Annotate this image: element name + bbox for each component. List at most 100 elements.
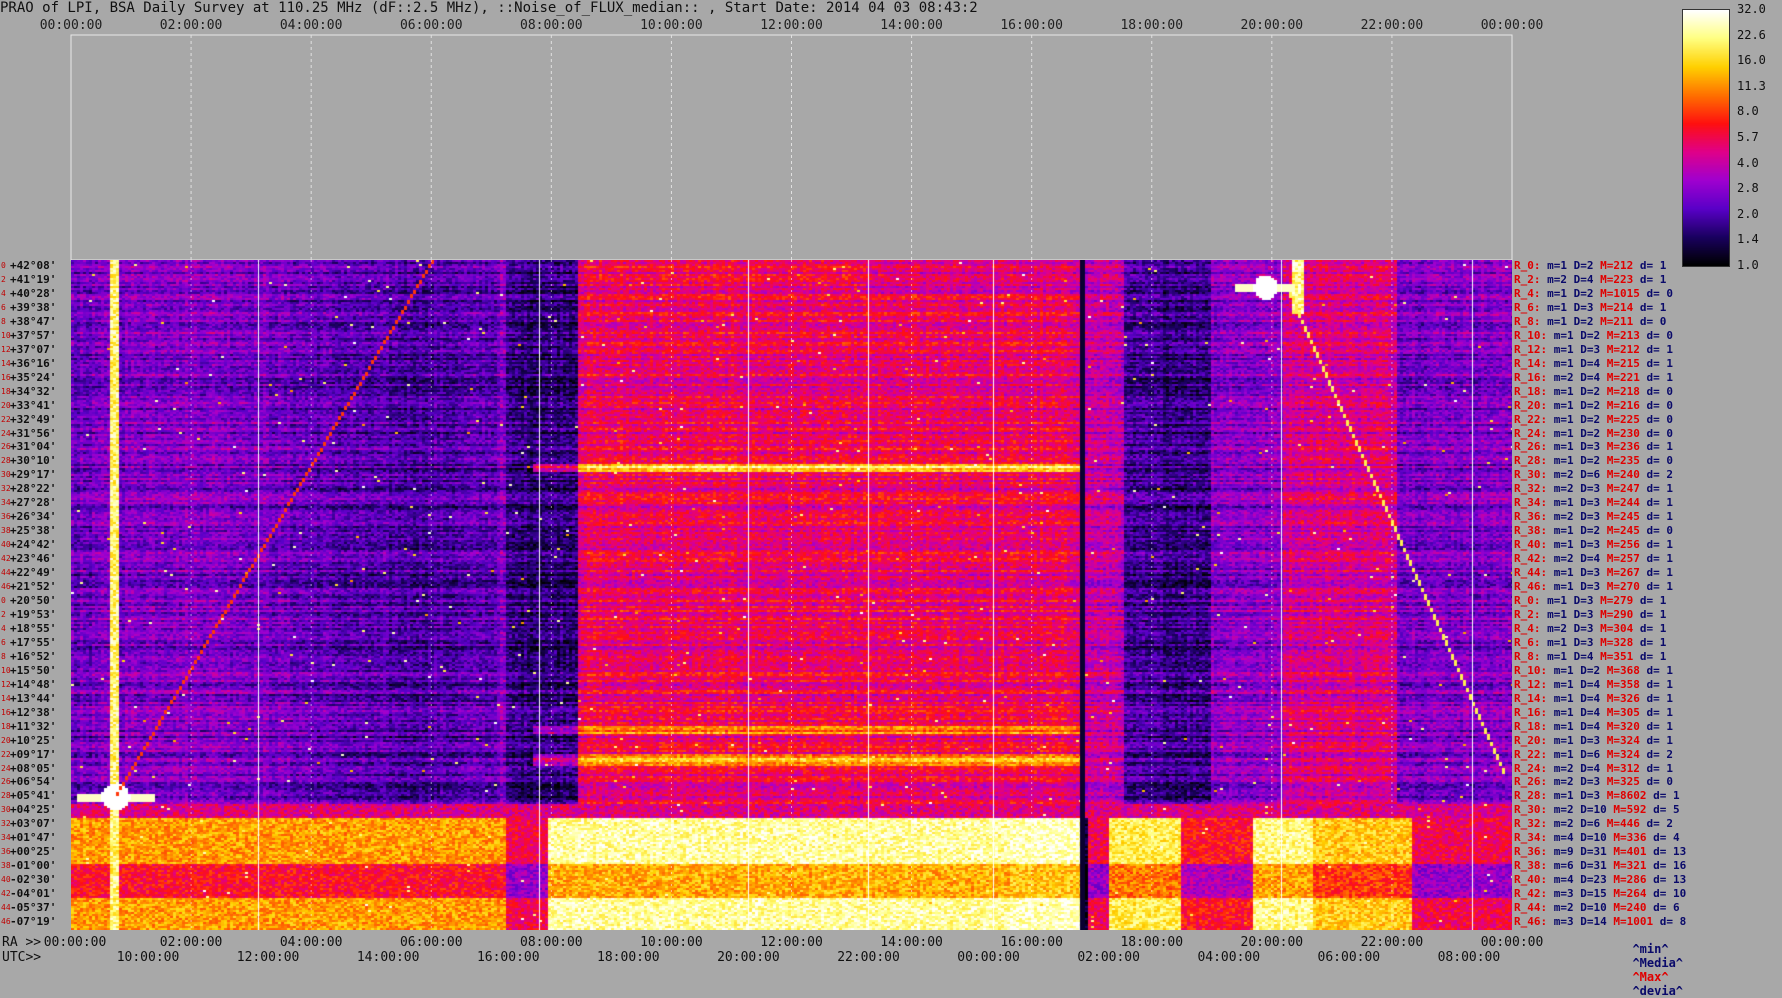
row-stat-D: D=4 [1573,272,1594,286]
row-stat-D: D=10 [1580,831,1607,845]
row-stat-m: m=1 [1547,314,1567,328]
row-stat-m: m=1 [1547,286,1567,300]
row-stat-m: m=1 [1553,342,1574,356]
row-stat-d: d= 4 [1653,831,1680,845]
y-axis-label: +19°53' [10,607,57,621]
row-stat-D: D=4 [1580,370,1601,384]
y-axis-label: +18°55' [10,621,57,635]
row-stat-d: d= 1 [1646,691,1674,705]
row-index: 4 [1,288,6,298]
row-stat-D: D=3 [1580,538,1601,552]
y-axis-label: +09°17' [10,747,57,761]
row-stat-D: D=3 [1580,775,1601,789]
legend-max: ^Max^ [1632,970,1669,984]
row-stat-r: R_40: [1514,538,1548,552]
row-index: 40 [1,540,11,550]
row-stat-D: D=3 [1580,510,1601,524]
row-stat: R_28: m=1 D=2 M=235 d= 0 [1514,454,1673,468]
row-stat: R_0: m=1 D=2 M=212 d= 1 [1514,259,1666,273]
y-axis-label: +24°42' [10,538,57,552]
row-stat-D: D=4 [1580,552,1601,566]
row-stat-d: d= 0 [1646,328,1674,342]
row-stat-r: R_4: [1514,286,1541,300]
row-index: 2 [1,609,6,619]
y-axis-label: +11°32' [10,719,57,733]
row-stat-m: m=1 [1553,677,1574,691]
row-stat-M: M=267 [1606,566,1640,580]
row-index: 10 [1,330,11,340]
row-stat-M: M=211 [1600,314,1634,328]
row-stat-M: M=212 [1600,259,1634,272]
colorbar-tick: 22.6 [1737,27,1766,42]
row-stat-r: R_32: [1514,817,1548,831]
row-stat-d: d= 0 [1646,454,1674,468]
row-stat: R_38: m=1 D=2 M=245 d= 0 [1514,524,1673,538]
y-axis-label: +06°54' [10,775,57,789]
row-stat-d: d= 2 [1646,817,1674,831]
row-stat-r: R_26: [1514,775,1548,789]
row-stat: R_12: m=1 D=3 M=212 d= 1 [1514,343,1673,357]
row-stat: R_36: m=9 D=31 M=401 d= 13 [1514,845,1686,859]
row-stat-r: R_10: [1514,663,1548,677]
row-stat-m: m=2 [1547,621,1567,635]
row-stat-D: D=4 [1580,356,1601,370]
row-stat-D: D=4 [1580,691,1601,705]
row-stat-d: d= 1 [1646,440,1674,454]
row-stat-r: R_24: [1514,761,1548,775]
row-stat-M: M=326 [1606,691,1640,705]
legend-footer: ^min^ ^Media^ ^Max^ ^devia^ [1618,928,1683,998]
row-stat-M: M=1001 [1613,915,1654,929]
row-index: 28 [1,456,11,466]
row-stat-M: M=358 [1606,677,1640,691]
row-stat-m: m=2 [1553,901,1574,915]
row-stat-r: R_28: [1514,789,1548,803]
y-axis-label: +33°41' [10,398,57,412]
row-stat-d: d= 16 [1653,859,1687,873]
row-index: 30 [1,470,11,480]
row-stat-M: M=336 [1613,831,1647,845]
row-index: 36 [1,847,11,857]
row-stat: R_26: m=1 D=3 M=236 d= 1 [1514,440,1673,454]
colorbar-tick: 5.7 [1737,130,1759,144]
row-stat: R_2: m=1 D=3 M=290 d= 1 [1514,608,1666,622]
row-stat-d: d= 1 [1646,566,1674,580]
row-stat: R_40: m=4 D=23 M=286 d= 13 [1514,873,1686,887]
y-axis-label: +04°25' [10,803,57,817]
y-axis-label: +30°10' [10,454,57,468]
row-stat-r: R_20: [1514,733,1548,747]
row-stat-M: M=312 [1606,761,1640,775]
y-axis-label: +37°07' [10,342,57,356]
row-stat-D: D=4 [1580,677,1601,691]
row-index: 42 [1,554,11,564]
row-stat-M: M=305 [1606,705,1640,719]
row-stat-d: d= 1 [1646,538,1674,552]
row-stat-m: m=1 [1553,398,1574,412]
row-index: 14 [1,693,11,703]
row-stat-r: R_42: [1514,887,1548,901]
row-stat-M: M=214 [1600,300,1634,314]
row-stat-D: D=10 [1580,901,1607,915]
row-stat-D: D=2 [1580,384,1601,398]
row-stat-M: M=256 [1606,538,1640,552]
row-index: 0 [1,261,6,270]
row-stat-r: R_20: [1514,398,1548,412]
row-stat: R_36: m=2 D=3 M=245 d= 1 [1514,510,1673,524]
y-axis-label: +36°16' [10,356,57,370]
row-stat-r: R_38: [1514,859,1548,873]
row-stat-d: d= 1 [1646,705,1674,719]
y-axis-label: +32°49' [10,412,57,426]
row-stat-M: M=279 [1600,594,1634,607]
row-stat: R_22: m=1 D=6 M=324 d= 2 [1514,748,1673,762]
row-stat: R_42: m=2 D=4 M=257 d= 1 [1514,552,1673,566]
row-stat-m: m=1 [1553,733,1574,747]
y-axis-label: +31°56' [10,426,57,440]
row-stat-d: d= 1 [1639,259,1667,272]
row-stat-r: R_36: [1514,510,1548,524]
row-stat-d: d= 1 [1639,272,1667,286]
row-stat-m: m=1 [1553,705,1574,719]
y-axis-label: +14°48' [10,677,57,691]
row-index: 28 [1,791,11,801]
row-stat-r: R_40: [1514,873,1548,887]
colorbar-tick: 32.0 [1737,2,1766,16]
row-stat-m: m=1 [1547,649,1567,663]
